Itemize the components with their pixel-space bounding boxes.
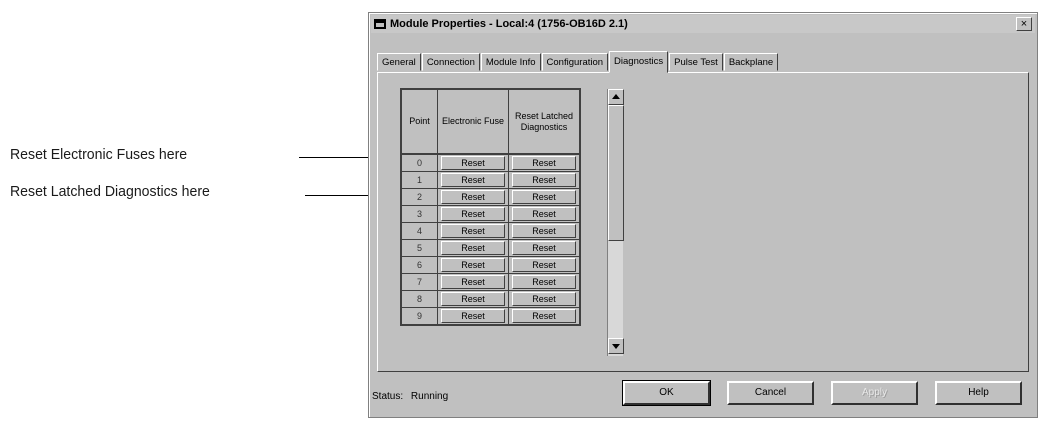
row-point-number: 9: [401, 307, 438, 325]
reset-latched-button[interactable]: Reset: [512, 292, 576, 306]
row-point-number: 7: [401, 273, 438, 291]
arrow-up-icon: [612, 94, 620, 99]
reset-latched-button[interactable]: Reset: [512, 190, 576, 204]
reset-latched-button[interactable]: Reset: [512, 207, 576, 221]
row-point-number: 4: [401, 222, 438, 240]
cell-latched: Reset: [508, 222, 580, 240]
cancel-button[interactable]: Cancel: [727, 381, 814, 405]
tab-diagnostics[interactable]: Diagnostics: [609, 51, 669, 73]
reset-fuse-button[interactable]: Reset: [441, 156, 505, 170]
cell-latched: Reset: [508, 273, 580, 291]
ok-button[interactable]: OK: [622, 380, 711, 406]
cell-fuse: Reset: [437, 205, 509, 223]
reset-fuse-button[interactable]: Reset: [441, 190, 505, 204]
reset-latched-button[interactable]: Reset: [512, 275, 576, 289]
row-point-number: 6: [401, 256, 438, 274]
reset-fuse-button[interactable]: Reset: [441, 275, 505, 289]
row-point-number: 8: [401, 290, 438, 308]
table-row: 7 Reset Reset: [401, 273, 580, 291]
reset-latched-button[interactable]: Reset: [512, 258, 576, 272]
close-button[interactable]: ×: [1016, 17, 1032, 31]
table-row: 8 Reset Reset: [401, 290, 580, 308]
cell-latched: Reset: [508, 256, 580, 274]
diagnostics-grid: Point Electronic Fuse Reset Latched Diag…: [400, 88, 581, 326]
cell-latched: Reset: [508, 171, 580, 189]
table-row: 5 Reset Reset: [401, 239, 580, 257]
tab-configuration[interactable]: Configuration: [541, 53, 609, 71]
cell-latched: Reset: [508, 290, 580, 308]
tab-pulse-test[interactable]: Pulse Test: [669, 53, 723, 71]
cell-latched: Reset: [508, 239, 580, 257]
cell-fuse: Reset: [437, 239, 509, 257]
cell-latched: Reset: [508, 154, 580, 172]
row-point-number: 2: [401, 188, 438, 206]
reset-fuse-button[interactable]: Reset: [441, 173, 505, 187]
cell-fuse: Reset: [437, 222, 509, 240]
status-bar: Status: Running: [372, 391, 448, 402]
table-row: 6 Reset Reset: [401, 256, 580, 274]
row-point-number: 1: [401, 171, 438, 189]
reset-fuse-button[interactable]: Reset: [441, 292, 505, 306]
arrow-down-icon: [612, 344, 620, 349]
tab-connection[interactable]: Connection: [421, 53, 480, 71]
row-point-number: 5: [401, 239, 438, 257]
cell-fuse: Reset: [437, 307, 509, 325]
scroll-down-button[interactable]: [608, 338, 624, 354]
cell-fuse: Reset: [437, 188, 509, 206]
cell-fuse: Reset: [437, 273, 509, 291]
cell-fuse: Reset: [437, 256, 509, 274]
reset-latched-button[interactable]: Reset: [512, 173, 576, 187]
scroll-up-button[interactable]: [608, 89, 624, 105]
table-row: 9 Reset Reset: [401, 307, 580, 325]
cell-latched: Reset: [508, 307, 580, 325]
window-icon: [374, 19, 386, 29]
table-row: 0 Reset Reset: [401, 154, 580, 172]
table-row: 3 Reset Reset: [401, 205, 580, 223]
header-reset-latched-diagnostics: Reset Latched Diagnostics: [508, 89, 580, 154]
header-point: Point: [401, 89, 438, 154]
tab-module-info[interactable]: Module Info: [480, 53, 541, 71]
reset-latched-button[interactable]: Reset: [512, 224, 576, 238]
reset-fuse-button[interactable]: Reset: [441, 241, 505, 255]
cell-fuse: Reset: [437, 154, 509, 172]
grid-scrollbar[interactable]: [607, 89, 624, 356]
tab-backplane[interactable]: Backplane: [723, 53, 779, 71]
header-electronic-fuse: Electronic Fuse: [437, 89, 509, 154]
reset-latched-button[interactable]: Reset: [512, 241, 576, 255]
table-row: 1 Reset Reset: [401, 171, 580, 189]
reset-latched-button[interactable]: Reset: [512, 309, 576, 323]
cell-fuse: Reset: [437, 290, 509, 308]
tab-strip: General Connection Module Info Configura…: [377, 51, 779, 73]
apply-button[interactable]: Apply: [831, 381, 918, 405]
cell-latched: Reset: [508, 205, 580, 223]
row-point-number: 0: [401, 154, 438, 172]
status-value: Running: [410, 391, 449, 402]
annotation-reset-latched: Reset Latched Diagnostics here: [10, 183, 210, 200]
reset-fuse-button[interactable]: Reset: [441, 309, 505, 323]
cell-fuse: Reset: [437, 171, 509, 189]
grid-header-row: Point Electronic Fuse Reset Latched Diag…: [401, 89, 580, 154]
window-title: Module Properties - Local:4 (1756-OB16D …: [390, 18, 628, 30]
annotation-reset-fuses: Reset Electronic Fuses here: [10, 146, 188, 163]
reset-fuse-button[interactable]: Reset: [441, 207, 505, 221]
reset-fuse-button[interactable]: Reset: [441, 258, 505, 272]
table-row: 2 Reset Reset: [401, 188, 580, 206]
status-label: Status:: [372, 391, 404, 402]
help-button[interactable]: Help: [935, 381, 1022, 405]
reset-fuse-button[interactable]: Reset: [441, 224, 505, 238]
grid-body: 0 Reset Reset 1 Reset Reset 2 Reset Reset 3 Reset R…: [401, 154, 580, 325]
scroll-thumb[interactable]: [608, 105, 624, 241]
reset-latched-button[interactable]: Reset: [512, 156, 576, 170]
row-point-number: 3: [401, 205, 438, 223]
tab-general[interactable]: General: [377, 53, 421, 71]
cell-latched: Reset: [508, 188, 580, 206]
table-row: 4 Reset Reset: [401, 222, 580, 240]
title-bar[interactable]: Module Properties - Local:4 (1756-OB16D …: [371, 15, 1035, 33]
